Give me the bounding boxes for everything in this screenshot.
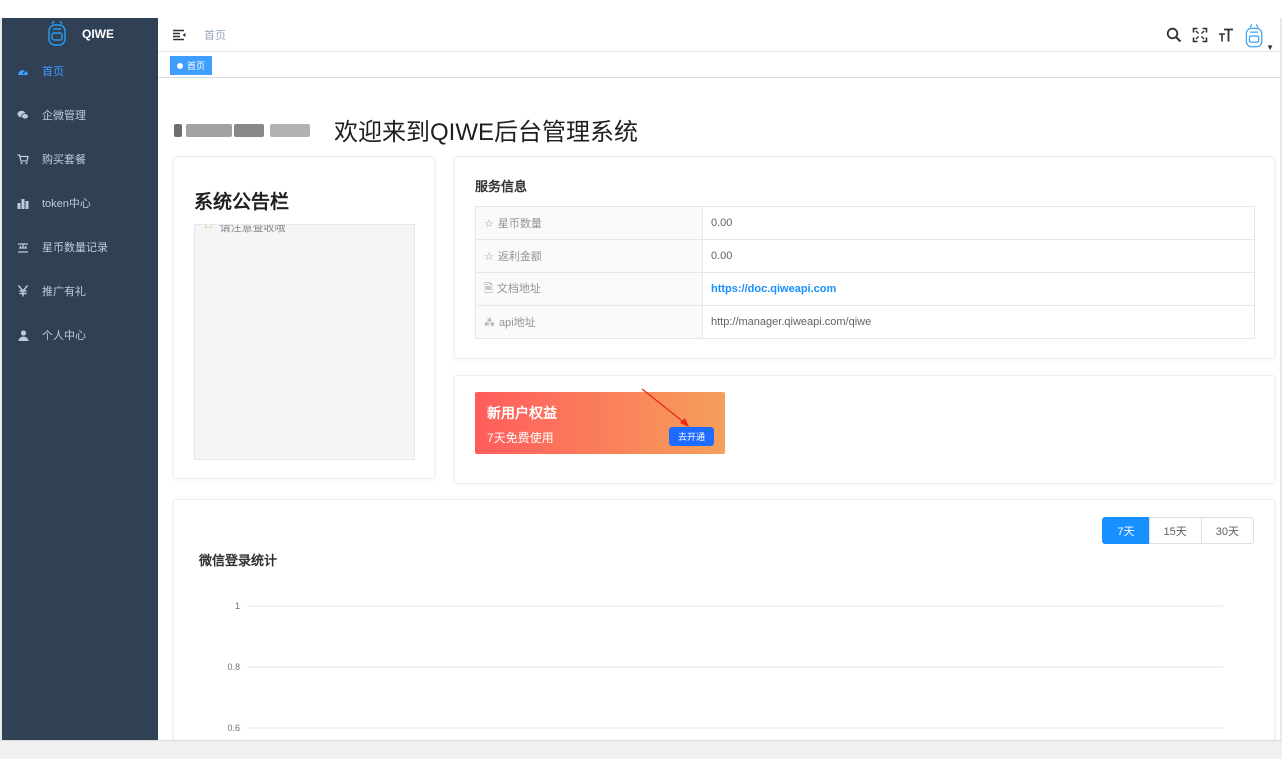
sidebar-item-label: 星币数量记录 <box>42 242 108 254</box>
chart-card: 7天 15天 30天 微信登录统计 1 0.8 0.6 <box>173 499 1275 740</box>
table-cell-label: ☆ 返利金额 <box>475 239 703 273</box>
welcome-heading: 欢迎来到QIWE后台管理系统 <box>174 112 638 147</box>
logo-icon <box>48 20 66 46</box>
breadcrumb[interactable]: 首页 <box>204 27 226 43</box>
sidebar-item-label: 个人中心 <box>42 330 86 342</box>
table-cell-value: 0.00 <box>702 239 1255 273</box>
table-cell-label: ☆ 星币数量 <box>475 206 703 240</box>
font-size-icon[interactable] <box>1218 27 1234 43</box>
annotation-arrow-icon <box>641 388 689 427</box>
range-selector: 7天 15天 30天 <box>1102 517 1254 544</box>
range-15d-button[interactable]: 15天 <box>1148 517 1202 544</box>
document-icon: 🗎 <box>484 282 493 295</box>
sidebar-item-token[interactable]: token中心 <box>2 181 158 225</box>
user-avatar[interactable]: ▼ <box>1244 18 1274 52</box>
logo[interactable]: QIWE <box>2 18 158 49</box>
y-tick-label: 0.6 <box>227 723 240 733</box>
sidebar-item-label: token中心 <box>42 198 91 210</box>
window-bottom-strip <box>0 740 1282 759</box>
row-label: 星币数量 <box>497 218 542 230</box>
chart-title: 微信登录统计 <box>199 553 278 568</box>
welcome-text: 欢迎来到QIWE后台管理系统 <box>334 119 638 146</box>
promo-card: 新用户权益 7天免费使用 去开通 <box>454 375 1275 484</box>
user-icon <box>17 329 29 341</box>
sidebar-item-profile[interactable]: 个人中心 <box>2 313 158 357</box>
row-label: 文档地址 <box>496 282 541 295</box>
navbar-right: ▼ <box>1166 18 1274 52</box>
sidebar-item-label: 推广有礼 <box>42 286 86 298</box>
table-cell-value: 0.00 <box>702 206 1255 240</box>
star-icon: ☆ <box>484 218 494 230</box>
avatar-icon <box>1245 24 1263 48</box>
main-content: 欢迎来到QIWE后台管理系统 系统公告栏 □ 请注意查收哦 服务信息 ☆ 星币数量… <box>158 78 1280 740</box>
range-7d-button[interactable]: 7天 <box>1102 517 1150 544</box>
logo-text: QIWE <box>82 26 114 41</box>
service-info-card: 服务信息 ☆ 星币数量 0.00 ☆ 返利金额 0.00 🗎 文档地址 https:/… <box>454 156 1275 359</box>
y-tick-label: 0.8 <box>227 662 240 672</box>
coin-record-icon <box>17 241 29 253</box>
yen-icon <box>17 285 29 297</box>
tag-label: 首页 <box>187 61 206 71</box>
notice-card: 系统公告栏 □ 请注意查收哦 <box>173 156 435 479</box>
row-label: api地址 <box>499 317 536 329</box>
sidebar: QIWE 首页 企微管理 购买套餐 token中心 星币数量记录 推广有礼 个人… <box>2 18 158 740</box>
sidebar-item-wecom[interactable]: 企微管理 <box>2 93 158 137</box>
table-cell-label: 🗎 文档地址 <box>475 272 703 306</box>
notice-item-text: 请注意查收哦 <box>219 224 286 234</box>
api-icon: ⁂ <box>484 317 495 329</box>
login-chart: 1 0.8 0.6 <box>227 601 1223 733</box>
y-tick-label: 1 <box>235 601 240 611</box>
doc-link[interactable]: https://doc.qiweapi.com <box>702 272 1255 306</box>
app-window: QIWE 首页 企微管理 购买套餐 token中心 星币数量记录 推广有礼 个人… <box>2 18 1280 740</box>
tag-dot-icon <box>177 62 183 69</box>
sidebar-item-home[interactable]: 首页 <box>2 49 158 93</box>
cart-icon <box>17 153 29 165</box>
wechat-icon <box>17 109 29 121</box>
notice-title: 系统公告栏 <box>194 192 290 213</box>
table-cell-value: http://manager.qiweapi.com/qiwe <box>702 305 1255 339</box>
notice-bullet-icon: □ <box>205 224 212 231</box>
sidebar-item-coin-record[interactable]: 星币数量记录 <box>2 225 158 269</box>
bar-chart-icon <box>17 197 29 209</box>
caret-down-icon[interactable]: ▼ <box>1266 43 1274 52</box>
dashboard-icon <box>17 65 29 77</box>
star-icon: ☆ <box>484 251 494 263</box>
masked-username <box>174 119 324 141</box>
notice-list[interactable]: □ 请注意查收哦 <box>194 224 415 460</box>
tags-view: 首页 <box>158 52 1280 78</box>
service-table: ☆ 星币数量 0.00 ☆ 返利金额 0.00 🗎 文档地址 https://doc.… <box>475 206 1255 339</box>
table-cell-label: ⁂ api地址 <box>475 305 703 339</box>
service-title: 服务信息 <box>475 179 528 194</box>
promo-title: 新用户权益 <box>487 405 557 421</box>
sidebar-item-purchase[interactable]: 购买套餐 <box>2 137 158 181</box>
navbar: 首页 ▼ <box>158 18 1280 52</box>
promo-subtitle: 7天免费使用 <box>487 431 554 445</box>
tag-home[interactable]: 首页 <box>170 56 213 75</box>
search-icon[interactable] <box>1166 27 1182 43</box>
hamburger-icon[interactable] <box>172 28 186 42</box>
fullscreen-icon[interactable] <box>1192 27 1208 43</box>
sidebar-item-label: 企微管理 <box>42 110 86 122</box>
sidebar-item-label: 首页 <box>42 66 64 78</box>
sidebar-item-label: 购买套餐 <box>42 154 86 166</box>
table-row: ⁂ api地址 http://manager.qiweapi.com/qiwe <box>475 305 1255 339</box>
table-row: ☆ 星币数量 0.00 <box>475 206 1255 240</box>
row-label: 返利金额 <box>497 251 542 263</box>
notice-item: □ 请注意查收哦 <box>205 224 286 235</box>
sidebar-item-promotion[interactable]: 推广有礼 <box>2 269 158 313</box>
table-row: 🗎 文档地址 https://doc.qiweapi.com <box>475 272 1255 306</box>
table-row: ☆ 返利金额 0.00 <box>475 239 1255 273</box>
window-top-strip <box>0 0 1282 18</box>
range-30d-button[interactable]: 30天 <box>1200 517 1254 544</box>
